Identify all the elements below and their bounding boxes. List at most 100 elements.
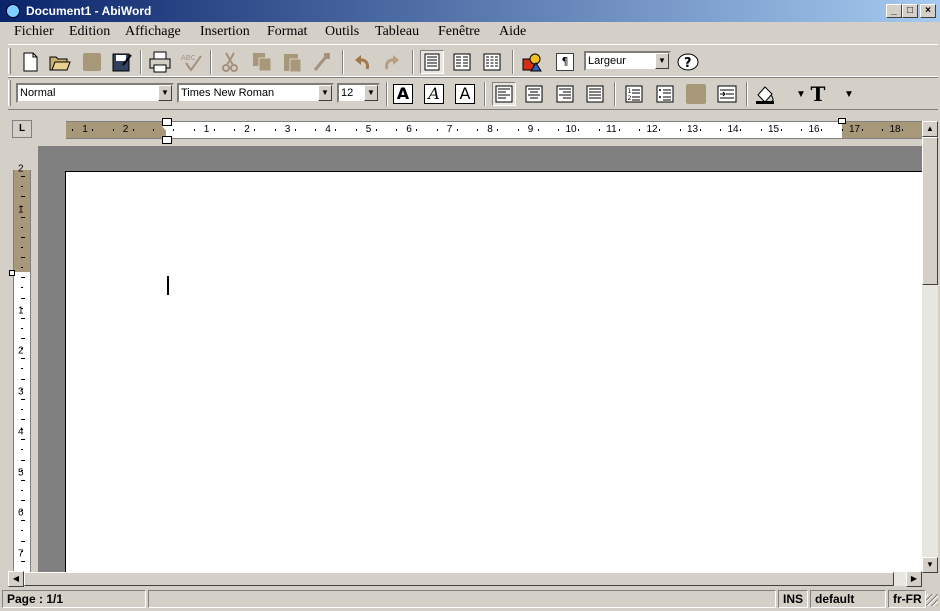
- ruler-tick: [153, 129, 154, 131]
- document-page[interactable]: [65, 171, 923, 572]
- status-insert-mode[interactable]: INS: [778, 590, 808, 608]
- menu-edition[interactable]: Edition: [69, 24, 110, 40]
- menu-tableau[interactable]: Tableau: [375, 24, 419, 40]
- align-center-icon[interactable]: [522, 82, 546, 106]
- left-indent-marker[interactable]: [162, 126, 172, 132]
- ruler-tick: [254, 129, 256, 131]
- ruler-tick: [21, 520, 25, 522]
- font-size-combo[interactable]: 12 ▼: [337, 83, 380, 103]
- horizontal-scroll-thumb[interactable]: [24, 572, 894, 586]
- vertical-scrollbar[interactable]: ▲ ▼: [922, 121, 938, 573]
- chevron-down-icon[interactable]: ▼: [158, 85, 172, 101]
- align-right-icon[interactable]: [553, 82, 577, 106]
- tab-stop-selector[interactable]: L: [12, 120, 32, 138]
- horizontal-scrollbar[interactable]: ◀ ▶: [8, 571, 922, 587]
- menu-aide[interactable]: Aide: [499, 24, 526, 40]
- zoom-combo[interactable]: Largeur ▼: [584, 51, 671, 71]
- ruler-tick: [21, 206, 23, 208]
- ruler-label: 16: [808, 124, 820, 135]
- scroll-right-icon[interactable]: ▶: [906, 571, 922, 587]
- ruler-tick: [315, 129, 316, 131]
- menu-format[interactable]: Format: [267, 24, 307, 40]
- copy-icon[interactable]: [250, 50, 274, 74]
- abiword-app-icon[interactable]: [6, 4, 20, 18]
- menu-fichier[interactable]: Fichier: [14, 24, 54, 40]
- open-icon[interactable]: [48, 50, 72, 74]
- text-color-icon[interactable]: T: [806, 82, 830, 106]
- status-message: [148, 590, 776, 608]
- bullet-list-icon[interactable]: [653, 82, 677, 106]
- zoom-value: Largeur: [588, 55, 626, 67]
- ruler-label: 1: [203, 124, 210, 135]
- spellcheck-icon[interactable]: ABC: [180, 50, 204, 74]
- menu-outils[interactable]: Outils: [325, 24, 359, 40]
- chevron-down-icon[interactable]: ▼: [655, 53, 669, 69]
- maximize-button[interactable]: □: [902, 4, 918, 18]
- svg-text:1: 1: [628, 88, 632, 95]
- insert-image-icon[interactable]: [520, 50, 544, 74]
- ruler-tick: [21, 510, 23, 512]
- ruler-tick: [21, 226, 23, 228]
- scroll-down-icon[interactable]: ▼: [922, 557, 938, 573]
- horizontal-ruler[interactable]: 2 1 1 2 3 4 5 6 7 8 9 10 11 12 13 14 15 16 17 18: [66, 118, 922, 144]
- ruler-tick: [801, 129, 802, 131]
- top-margin-marker[interactable]: [9, 270, 15, 276]
- chevron-down-icon[interactable]: ▼: [844, 89, 854, 100]
- redo-icon[interactable]: [380, 50, 404, 74]
- scroll-up-icon[interactable]: ▲: [922, 121, 938, 137]
- resize-grip-icon[interactable]: [926, 594, 938, 606]
- save-as-icon[interactable]: [110, 50, 134, 74]
- one-column-icon[interactable]: [420, 50, 444, 74]
- ruler-label: 8: [487, 124, 493, 135]
- menu-affichage[interactable]: Affichage: [125, 24, 181, 40]
- hanging-indent-marker[interactable]: [162, 136, 172, 144]
- decrease-indent-icon[interactable]: [684, 82, 708, 106]
- format-painter-icon[interactable]: [310, 50, 334, 74]
- pilcrow-icon[interactable]: ¶: [553, 50, 577, 74]
- right-indent-marker[interactable]: [838, 118, 846, 124]
- cut-icon[interactable]: [218, 50, 242, 74]
- chevron-down-icon[interactable]: ▼: [364, 85, 378, 101]
- italic-button[interactable]: A: [422, 82, 446, 106]
- first-line-indent-marker[interactable]: [162, 118, 172, 126]
- menu-insertion[interactable]: Insertion: [200, 24, 250, 40]
- close-button[interactable]: ×: [920, 4, 936, 18]
- undo-icon[interactable]: [350, 50, 374, 74]
- three-columns-icon[interactable]: [480, 50, 504, 74]
- ruler-tick: [21, 287, 23, 289]
- ruler-tick: [416, 129, 418, 131]
- ruler-tick: [21, 429, 23, 431]
- new-document-icon[interactable]: [18, 50, 42, 74]
- ruler-tick: [21, 388, 23, 390]
- ruler-tick: [21, 257, 25, 258]
- increase-indent-icon[interactable]: [715, 82, 739, 106]
- save-icon[interactable]: [80, 50, 104, 74]
- ruler-label: 12: [646, 124, 658, 135]
- justify-icon[interactable]: [583, 82, 607, 106]
- paste-icon[interactable]: [280, 50, 304, 74]
- toolbar-grip[interactable]: [8, 80, 11, 106]
- ruler-tick: [517, 129, 519, 131]
- highlight-color-icon[interactable]: [754, 82, 778, 106]
- toolbar-grip[interactable]: [8, 48, 11, 74]
- two-columns-icon[interactable]: [450, 50, 474, 74]
- underline-button[interactable]: A: [453, 82, 477, 106]
- scroll-left-icon[interactable]: ◀: [8, 571, 24, 587]
- title-bar: Document1 - AbiWord _ □ ×: [0, 0, 940, 22]
- numbered-list-icon[interactable]: 12: [622, 82, 646, 106]
- ruler-tick: [618, 129, 620, 131]
- ruler-label: 5: [365, 124, 372, 135]
- bold-button[interactable]: A: [391, 82, 415, 106]
- chevron-down-icon[interactable]: ▼: [796, 89, 806, 100]
- align-left-icon[interactable]: [492, 82, 516, 106]
- vertical-ruler[interactable]: 211234567: [9, 164, 31, 572]
- style-combo[interactable]: Normal ▼: [16, 83, 174, 103]
- menu-fenetre[interactable]: Fenêtre: [438, 24, 480, 40]
- font-combo[interactable]: Times New Roman ▼: [177, 83, 334, 103]
- ruler-tick: [477, 129, 478, 131]
- print-icon[interactable]: [148, 50, 172, 74]
- vertical-scroll-thumb[interactable]: [922, 137, 938, 285]
- minimize-button[interactable]: _: [886, 4, 902, 18]
- help-icon[interactable]: ?: [676, 50, 700, 74]
- chevron-down-icon[interactable]: ▼: [318, 85, 332, 101]
